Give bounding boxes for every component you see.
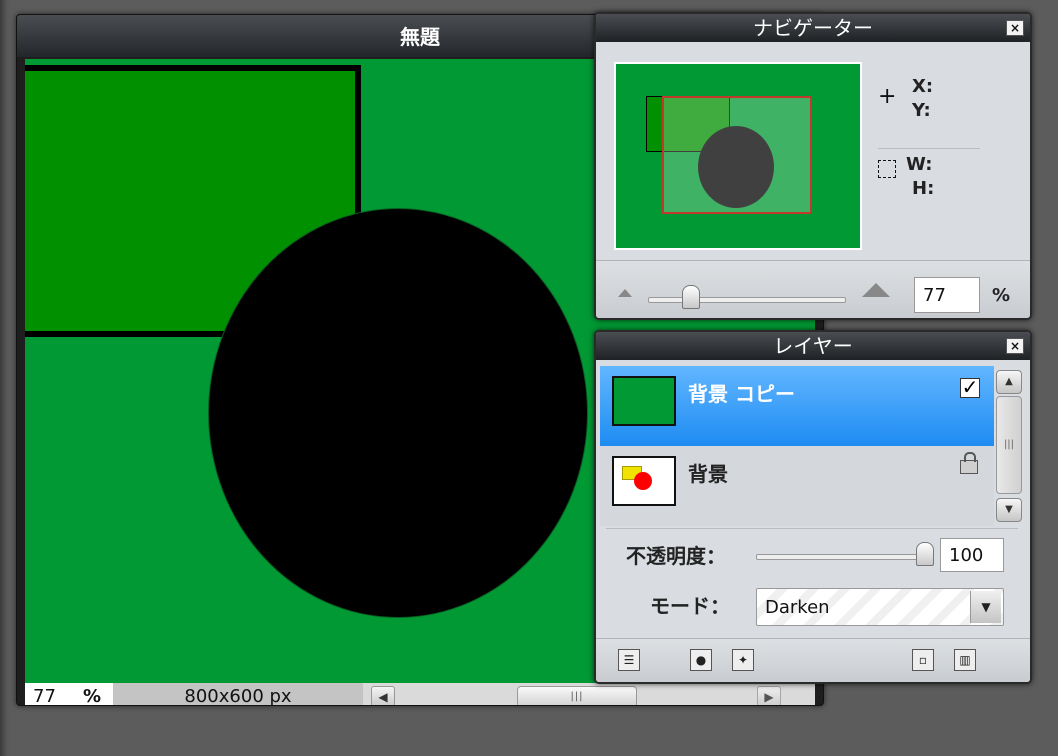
navigator-preview[interactable] (614, 62, 862, 250)
navigator-zoom-unit: % (992, 285, 1011, 306)
layer-thumbnail (612, 456, 676, 506)
blend-mode-select[interactable]: Darken ▼ (756, 588, 1004, 626)
zoom-field[interactable]: 77 % (25, 683, 113, 706)
blend-mode-value: Darken (765, 597, 830, 618)
preview-ellipse (698, 126, 774, 208)
zoom-slider-track[interactable] (648, 297, 846, 303)
trash-icon[interactable]: ▥ (954, 649, 976, 671)
layer-effects-icon[interactable]: ✦ (732, 649, 754, 671)
navigator-panel: ナビゲーター × + X: Y: W: H: 77 % (594, 12, 1032, 320)
horizontal-scroll-thumb[interactable]: ||| (517, 686, 637, 705)
image-size-label: 800x600 px (113, 683, 363, 705)
navigator-close-icon[interactable]: × (1006, 20, 1024, 36)
scroll-up-button[interactable]: ▲ (996, 370, 1022, 394)
scroll-down-button[interactable]: ▼ (996, 498, 1022, 522)
navigator-title[interactable]: ナビゲーター (596, 14, 1030, 42)
layer-name: 背景 コピー (688, 382, 795, 406)
w-label: W: (906, 154, 933, 175)
new-layer-icon[interactable]: ▫ (912, 649, 934, 671)
x-label: X: (912, 76, 934, 97)
canvas-ellipse-shape (209, 209, 587, 617)
layer-thumbnail (612, 376, 676, 426)
layers-panel: レイヤー × 背景 コピー ✓ 背景 ▲ ||| ▼ 不透明度： 100 モード… (594, 330, 1032, 684)
chevron-down-icon[interactable]: ▼ (970, 591, 1001, 623)
layer-row-background-copy[interactable]: 背景 コピー ✓ (600, 366, 994, 446)
mode-label: モード： (650, 594, 730, 618)
h-label: H: (912, 178, 935, 199)
vertical-scroll-thumb[interactable]: ||| (996, 396, 1022, 494)
zoom-value: 77 (33, 686, 56, 706)
workspace-edge (0, 0, 10, 756)
navigator-zoom-input[interactable]: 77 (914, 277, 980, 313)
layer-name: 背景 (688, 462, 728, 486)
opacity-slider-track[interactable] (756, 554, 934, 560)
layers-divider (606, 528, 1018, 529)
navigator-zoom-bar: 77 % (596, 260, 1030, 318)
visibility-check-icon[interactable]: ✓ (960, 377, 980, 398)
layers-toolbar: ☰ ● ✦ ▫ ▥ (596, 638, 1030, 682)
crosshair-icon: + (878, 84, 897, 109)
selection-size-icon (878, 160, 896, 178)
navigator-divider (878, 148, 980, 149)
zoom-slider-thumb[interactable] (682, 285, 700, 309)
layer-mask-icon[interactable]: ● (690, 649, 712, 671)
opacity-slider-thumb[interactable] (916, 542, 934, 566)
thumb-red-dot (634, 472, 652, 490)
zoom-out-mountain-icon[interactable] (618, 289, 632, 297)
y-label: Y: (912, 100, 931, 121)
layers-title[interactable]: レイヤー (596, 332, 1030, 360)
layers-scrollbar[interactable]: ▲ ||| ▼ (996, 368, 1022, 524)
scroll-left-button[interactable]: ◀ (371, 686, 395, 705)
opacity-input[interactable]: 100 (940, 538, 1004, 572)
scroll-right-button[interactable]: ▶ (757, 686, 781, 705)
layers-close-icon[interactable]: × (1006, 338, 1024, 354)
image-status-bar: 77 % 800x600 px ◀ ||| ▶ (25, 683, 815, 706)
opacity-label: 不透明度： (626, 544, 726, 568)
zoom-in-mountain-icon[interactable] (862, 283, 890, 297)
zoom-unit: % (83, 686, 102, 706)
layer-settings-icon[interactable]: ☰ (618, 649, 640, 671)
lock-icon[interactable] (960, 452, 978, 474)
layer-row-background[interactable]: 背景 (600, 446, 994, 526)
